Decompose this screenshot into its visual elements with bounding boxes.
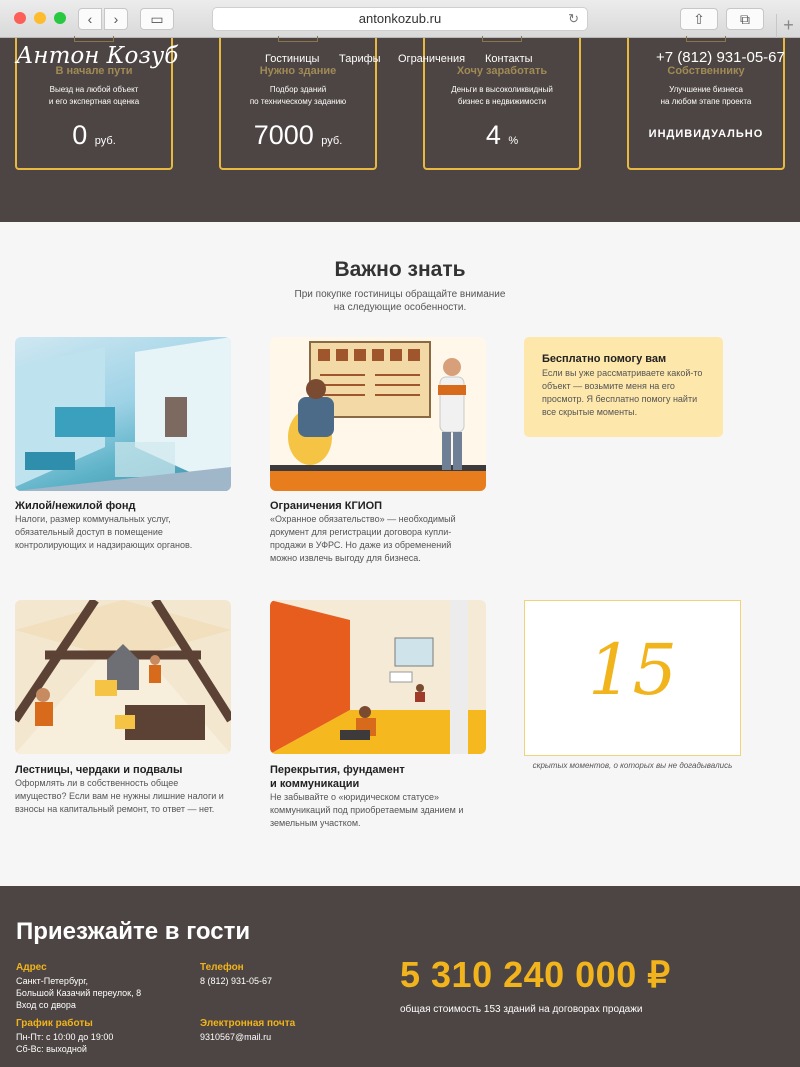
reload-icon[interactable]: ↻ xyxy=(568,8,579,30)
tariff-desc: Выезд на любой объект и его экспертная о… xyxy=(48,85,140,106)
total-caption: общая стоимость 153 зданий на договорах … xyxy=(400,1004,643,1015)
close-window-button[interactable] xyxy=(14,12,26,24)
help-text: Если вы уже рассматриваете какой-то объе… xyxy=(542,368,703,417)
tariff-title: Нужно здание xyxy=(259,65,337,77)
share-icon[interactable]: ⇧ xyxy=(680,8,718,30)
url-text: antonkozub.ru xyxy=(358,11,442,26)
address-label: Адрес xyxy=(16,962,47,973)
nav-link-hotels[interactable]: Гостиницы xyxy=(265,53,319,65)
site-logo[interactable]: Антон Козуб xyxy=(16,43,178,69)
illustration-attic xyxy=(15,600,231,754)
card-decoration xyxy=(482,36,522,42)
illustration-floor xyxy=(270,600,486,754)
item-text: Налоги, размер коммунальных услуг, обяза… xyxy=(15,514,193,550)
sidebar-icon[interactable]: ▭ xyxy=(140,8,174,30)
item-title: Лестницы, чердаки и подвалы xyxy=(15,764,183,776)
email-value[interactable]: 9310567@mail.ru xyxy=(200,1031,271,1043)
tariff-price: 4 % xyxy=(485,120,519,150)
item-text: Не забывайте о «юридическом статусе» ком… xyxy=(270,792,464,828)
back-button[interactable]: ‹ xyxy=(78,8,102,30)
tariff-desc: Подбор зданий по техническому заданию xyxy=(249,85,347,106)
hidden-moments-counter: 15 xyxy=(524,600,741,756)
tariff-desc: Деньги в высоколиквидный бизнес в недвиж… xyxy=(451,85,553,106)
forward-button[interactable]: › xyxy=(104,8,128,30)
new-tab-icon[interactable]: + xyxy=(776,14,800,38)
header-phone[interactable]: +7 (812) 931-05-67 xyxy=(656,49,785,66)
item-title: Жилой/нежилой фонд xyxy=(15,500,136,512)
illustration-interior xyxy=(15,337,231,491)
important-section: Важно знать При покупке гостиницы обраща… xyxy=(0,222,800,886)
schedule-value: Пн-Пт: с 10:00 до 19:00 Сб-Вс: выходной xyxy=(16,1032,114,1054)
phone-label: Телефон xyxy=(200,962,244,973)
phone-value[interactable]: 8 (812) 931-05-67 xyxy=(200,975,272,987)
illustration-kgiop xyxy=(270,337,486,491)
nav-link-tariffs[interactable]: Тарифы xyxy=(339,53,381,65)
footer-title: Приезжайте в гости xyxy=(16,918,251,945)
tabs-icon[interactable]: ⧉ xyxy=(726,8,764,30)
section-title: Важно знать xyxy=(334,258,466,281)
item-text: Оформлять ли в собственность общее имуще… xyxy=(15,778,224,814)
counter-number: 15 xyxy=(587,629,678,711)
item-title: Ограничения КГИОП xyxy=(270,500,383,512)
email-label: Электронная почта xyxy=(200,1018,296,1029)
minimize-window-button[interactable] xyxy=(34,12,46,24)
card-decoration xyxy=(74,36,114,42)
help-title: Бесплатно помогу вам xyxy=(542,353,667,365)
browser-toolbar: ‹ › ▭ antonkozub.ru ↻ ⇧ ⧉ + xyxy=(0,0,800,38)
total-value: 5 310 240 000 ₽ xyxy=(400,954,671,995)
counter-caption: скрытых моментов, о которых вы не догады… xyxy=(532,761,733,770)
tariff-desc: Улучшение бизнеса на любом этапе проекта xyxy=(660,85,752,106)
schedule-label: График работы xyxy=(16,1018,93,1029)
free-help-box: Бесплатно помогу вам Если вы уже рассмат… xyxy=(524,337,723,437)
nav-link-contacts[interactable]: Контакты xyxy=(485,53,533,65)
address-bar[interactable]: antonkozub.ru ↻ xyxy=(212,7,588,31)
tariff-title: Хочу заработать xyxy=(456,65,548,77)
tariff-price: ИНДИВИДУАЛЬНО xyxy=(648,128,764,140)
maximize-window-button[interactable] xyxy=(54,12,66,24)
card-decoration xyxy=(686,36,726,42)
section-subtitle: При покупке гостиницы обращайте внимание… xyxy=(294,289,506,313)
tariff-title: Собственнику xyxy=(667,65,745,77)
card-decoration xyxy=(278,36,318,42)
item-text: «Охранное обязательство» — необходимый д… xyxy=(270,514,456,563)
nav-link-restrictions[interactable]: Ограничения xyxy=(398,53,465,65)
tariff-price: 7000 руб. xyxy=(253,120,343,150)
address-value: Санкт-Петербург, Большой Казачий переуло… xyxy=(16,976,142,1010)
tariff-price: 0 руб. xyxy=(72,120,116,150)
item-title: Перекрытия, фундамент и коммуникации xyxy=(270,764,405,790)
contacts-footer: Приезжайте в гости Адрес Санкт-Петербург… xyxy=(0,886,800,1067)
